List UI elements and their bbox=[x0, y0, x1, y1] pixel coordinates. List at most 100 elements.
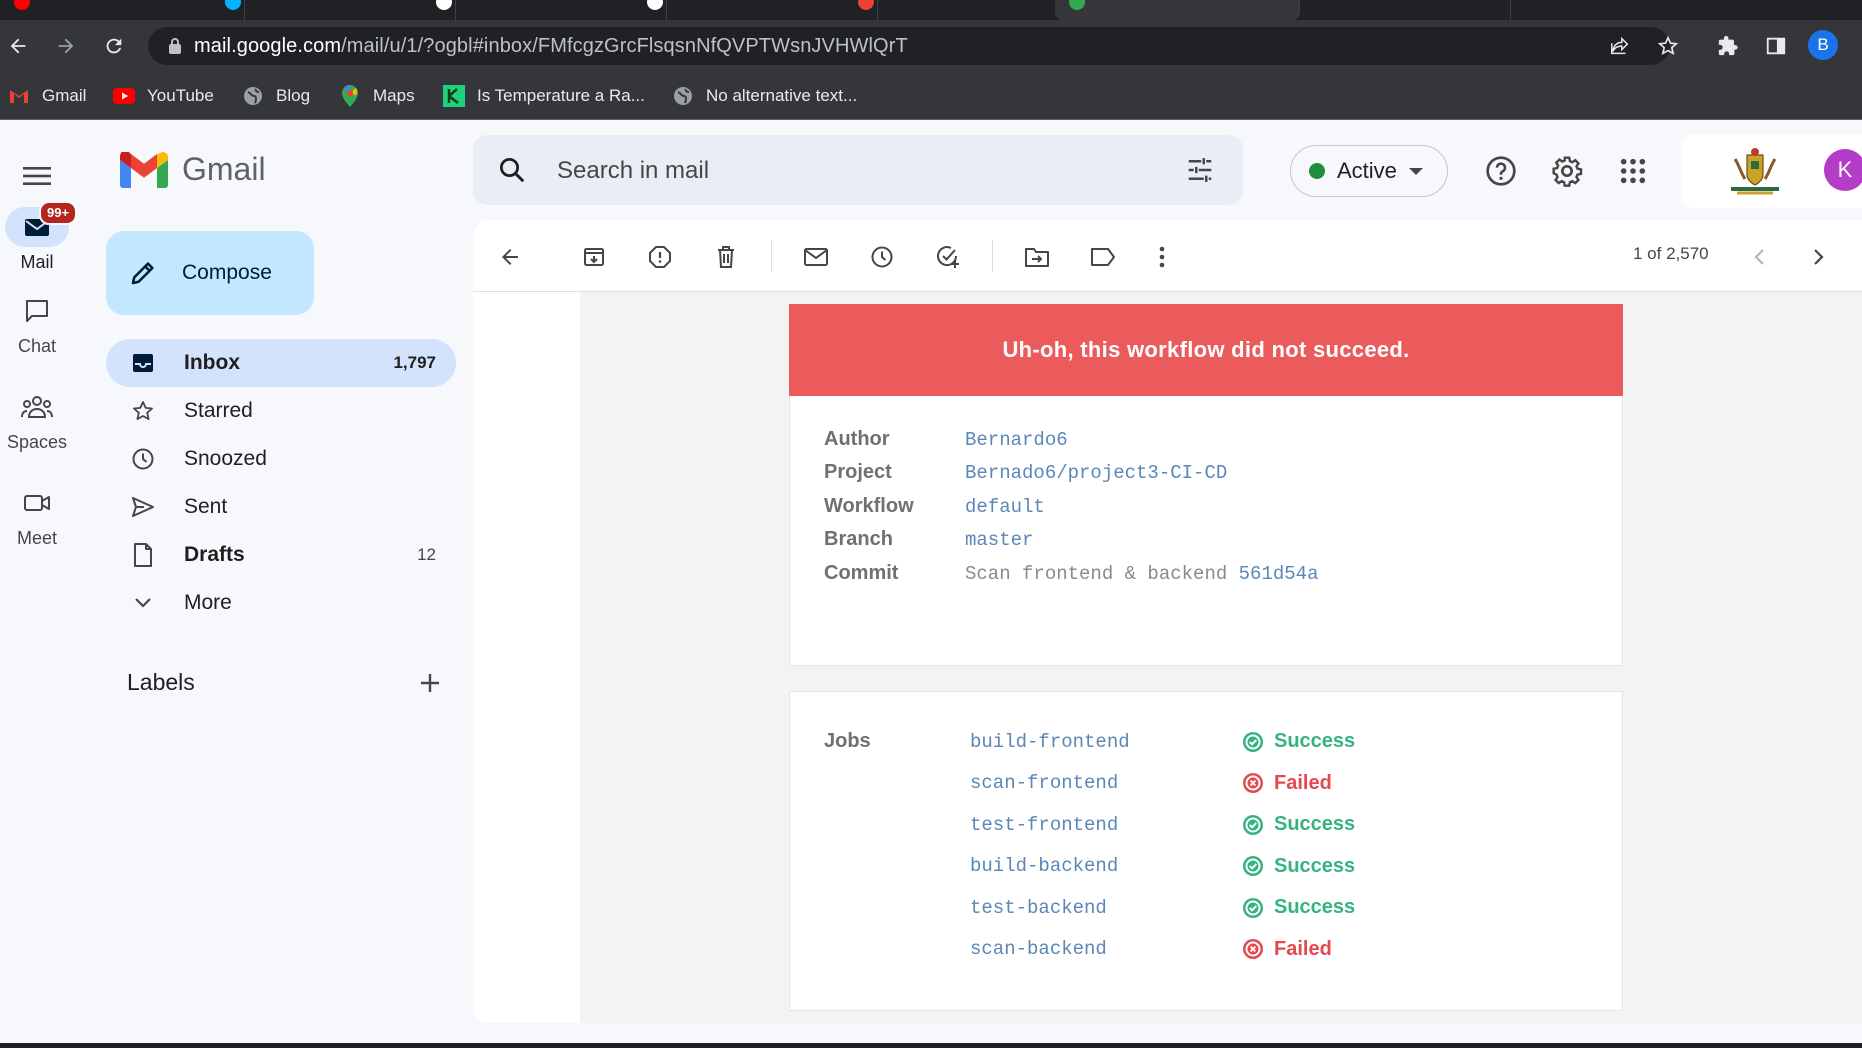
bookmark-gmail[interactable]: Gmail bbox=[8, 84, 86, 108]
nav-item-inbox[interactable]: Inbox 1,797 bbox=[106, 339, 456, 387]
delete-button[interactable] bbox=[707, 238, 745, 276]
address-bar[interactable]: mail.google.com/mail/u/1/?ogbl#inbox/FMf… bbox=[148, 27, 1670, 65]
account-avatar[interactable]: K bbox=[1824, 149, 1862, 191]
compose-button[interactable]: Compose bbox=[106, 231, 314, 315]
help-icon bbox=[1486, 156, 1516, 186]
mark-unread-button[interactable] bbox=[797, 238, 835, 276]
job-row: scan-frontend Failed bbox=[970, 772, 1332, 795]
search-options-icon[interactable] bbox=[1185, 155, 1215, 185]
message-body: Uh-oh, this workflow did not succeed. Au… bbox=[473, 292, 1862, 1023]
add-label-icon[interactable] bbox=[419, 672, 441, 694]
newer-button[interactable] bbox=[1741, 238, 1779, 276]
gear-icon bbox=[1552, 156, 1583, 187]
folder-move-icon bbox=[1025, 248, 1049, 267]
commit-hash-link[interactable]: 561d54a bbox=[1239, 563, 1319, 585]
reload-button[interactable] bbox=[98, 30, 130, 62]
forward-button[interactable] bbox=[50, 30, 82, 62]
job-name-link[interactable]: scan-frontend bbox=[970, 772, 1242, 794]
caret-down-icon bbox=[1408, 167, 1423, 175]
back-button[interactable] bbox=[2, 30, 34, 62]
add-to-tasks-button[interactable] bbox=[929, 238, 967, 276]
archive-button[interactable] bbox=[575, 238, 613, 276]
labels-header: Labels bbox=[127, 669, 441, 696]
bookmark-blog[interactable]: Blog bbox=[242, 84, 310, 108]
side-panel-icon bbox=[1766, 37, 1786, 55]
side-panel-button[interactable] bbox=[1760, 30, 1792, 62]
inbox-count: 1,797 bbox=[393, 353, 436, 372]
job-status: Success bbox=[1242, 896, 1355, 919]
toolbar-divider bbox=[992, 240, 993, 272]
job-name-link[interactable]: scan-backend bbox=[970, 938, 1242, 960]
older-button[interactable] bbox=[1799, 238, 1837, 276]
more-vert-icon bbox=[1159, 246, 1165, 268]
browser-tab[interactable] bbox=[844, 0, 1089, 20]
move-to-button[interactable] bbox=[1018, 238, 1056, 276]
spaces-people-icon bbox=[21, 396, 53, 418]
bookmark-site-icon bbox=[443, 85, 465, 107]
clock-icon bbox=[871, 246, 893, 268]
back-to-inbox-button[interactable] bbox=[491, 238, 529, 276]
failed-x-icon bbox=[1242, 772, 1274, 794]
bookmark-no-alt-text[interactable]: No alternative text... bbox=[672, 84, 857, 108]
nav-item-snoozed[interactable]: Snoozed bbox=[106, 435, 456, 483]
extensions-button[interactable] bbox=[1712, 30, 1744, 62]
status-dropdown[interactable]: Active bbox=[1290, 145, 1448, 197]
bookmark-youtube[interactable]: YouTube bbox=[113, 84, 214, 108]
search-icon bbox=[500, 158, 525, 183]
browser-tab[interactable] bbox=[1266, 0, 1511, 20]
google-apps-button[interactable] bbox=[1611, 149, 1655, 193]
job-name-link[interactable]: test-frontend bbox=[970, 814, 1242, 836]
browser-tab[interactable] bbox=[211, 0, 456, 20]
gmail-m-icon bbox=[120, 151, 168, 188]
search-input[interactable]: Search in mail bbox=[557, 157, 709, 185]
arrow-left-icon bbox=[10, 38, 26, 54]
snooze-button[interactable] bbox=[863, 238, 901, 276]
video-camera-icon bbox=[24, 495, 50, 511]
nav-item-more[interactable]: More bbox=[106, 579, 456, 627]
job-status: Success bbox=[1242, 855, 1355, 878]
job-status: Failed bbox=[1242, 772, 1332, 795]
lock-icon bbox=[169, 38, 181, 54]
rail-item-spaces[interactable]: Spaces bbox=[0, 387, 74, 453]
browser-tab[interactable] bbox=[0, 0, 245, 20]
browser-tab-active[interactable] bbox=[1055, 0, 1300, 20]
browser-tab[interactable] bbox=[422, 0, 667, 20]
browser-tab[interactable] bbox=[633, 0, 878, 20]
pagination-text: 1 of 2,570 bbox=[1633, 244, 1709, 263]
browser-profile-avatar[interactable]: B bbox=[1808, 30, 1838, 60]
send-icon bbox=[130, 494, 156, 520]
tab-favicon-icon bbox=[1069, 0, 1085, 10]
job-name-link[interactable]: build-backend bbox=[970, 855, 1242, 877]
rail-item-meet[interactable]: Meet bbox=[0, 483, 74, 549]
detail-row-project: Project Bernado6/project3-CI-CD bbox=[824, 461, 1228, 484]
bookmark-star-button[interactable] bbox=[1652, 30, 1684, 62]
report-spam-button[interactable] bbox=[641, 238, 679, 276]
nav-item-starred[interactable]: Starred bbox=[106, 387, 456, 435]
workflow-link[interactable]: default bbox=[965, 496, 1045, 518]
job-status: Failed bbox=[1242, 938, 1332, 961]
nav-item-drafts[interactable]: Drafts 12 bbox=[106, 531, 456, 579]
branch-link[interactable]: master bbox=[965, 529, 1033, 551]
project-link[interactable]: Bernado6/project3-CI-CD bbox=[965, 462, 1227, 484]
share-button[interactable] bbox=[1604, 30, 1636, 62]
settings-button[interactable] bbox=[1545, 149, 1589, 193]
globe-icon bbox=[242, 86, 264, 106]
bookmarks-bar: Gmail YouTube Blog Maps Is Temperature a… bbox=[0, 72, 1862, 120]
bookmark-temperature[interactable]: Is Temperature a Ra... bbox=[443, 84, 645, 108]
job-name-link[interactable]: test-backend bbox=[970, 897, 1242, 919]
nav-item-sent[interactable]: Sent bbox=[106, 483, 456, 531]
job-name-link[interactable]: build-frontend bbox=[970, 731, 1242, 753]
rail-item-mail[interactable]: 99+ Mail bbox=[0, 201, 78, 273]
bookmark-maps[interactable]: Maps bbox=[339, 84, 415, 108]
mail-search-bar[interactable]: Search in mail bbox=[473, 135, 1243, 205]
github-tab-icon bbox=[436, 0, 452, 10]
more-options-button[interactable] bbox=[1143, 238, 1181, 276]
rail-item-chat[interactable]: Chat bbox=[0, 291, 74, 357]
browser-toolbar: mail.google.com/mail/u/1/?ogbl#inbox/FMf… bbox=[0, 20, 1862, 72]
pencil-icon bbox=[131, 262, 154, 285]
author-link[interactable]: Bernardo6 bbox=[965, 429, 1068, 451]
gmail-logo[interactable]: Gmail bbox=[120, 151, 266, 188]
support-button[interactable] bbox=[1479, 149, 1523, 193]
labels-button[interactable] bbox=[1084, 238, 1122, 276]
mailbox-nav: Inbox 1,797 Starred Snoozed Sent Drafts … bbox=[106, 339, 456, 627]
